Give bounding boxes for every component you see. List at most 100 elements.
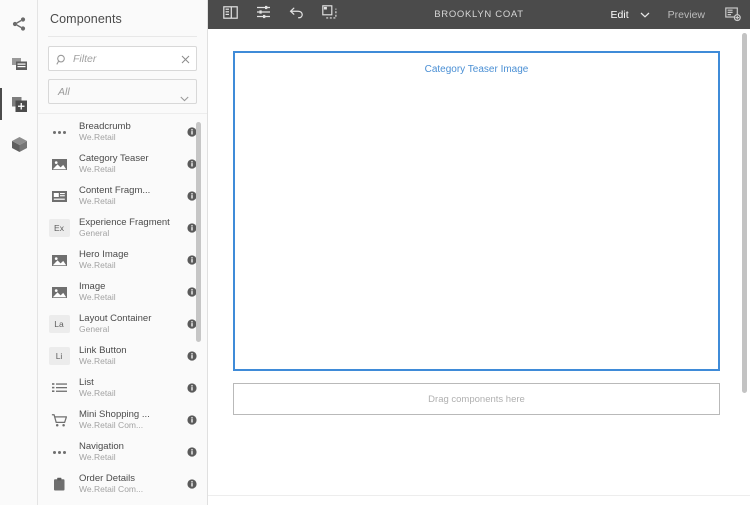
component-list-item[interactable]: Li Link Button We.Retail <box>38 340 207 372</box>
panel-scrollbar-thumb[interactable] <box>196 122 201 342</box>
component-title: Breadcrumb <box>79 121 131 132</box>
component-icon-slot: Ex <box>48 218 70 238</box>
component-group: We.Retail <box>79 292 116 302</box>
panel-title: Components <box>50 12 122 26</box>
undo-icon <box>289 6 304 24</box>
info-icon[interactable] <box>187 383 197 393</box>
component-icon-slot <box>48 154 70 174</box>
rail-item-assets[interactable] <box>0 124 38 164</box>
layers-button[interactable] <box>316 1 343 28</box>
component-group: We.Retail <box>79 452 116 462</box>
component-title: Mini Shopping ... <box>79 409 150 420</box>
page-settings-button[interactable] <box>250 1 277 28</box>
mode-edit-button[interactable]: Edit <box>607 9 633 21</box>
page-info-icon[interactable] <box>725 7 741 22</box>
component-type-badge: La <box>48 315 70 333</box>
component-icon-slot: Li <box>48 346 70 366</box>
rail-item-site-assets[interactable] <box>0 4 38 44</box>
component-list-item[interactable]: La Layout Container General <box>38 308 207 340</box>
component-list-item[interactable]: Navigation We.Retail <box>38 436 207 468</box>
component-icon-slot: La <box>48 314 70 334</box>
component-title: List <box>79 377 94 388</box>
component-list-item[interactable]: Hero Image We.Retail <box>38 244 207 276</box>
component-text: Breadcrumb We.Retail <box>79 121 183 143</box>
canvas-scrollbar-thumb[interactable] <box>742 33 747 393</box>
chevron-down-icon <box>180 89 189 107</box>
ellipsis-icon <box>52 130 66 134</box>
component-group: We.Retail <box>79 164 116 174</box>
rail-item-page-information[interactable] <box>0 44 38 84</box>
selected-component-label: Category Teaser Image <box>424 64 529 75</box>
toggle-side-panel-button[interactable] <box>217 1 244 28</box>
dropzone-label: Drag components here <box>428 393 525 405</box>
components-panel: Components All <box>38 0 208 505</box>
filter-field[interactable] <box>48 46 197 71</box>
info-icon[interactable] <box>187 351 197 361</box>
toolbar-right-group: Edit Preview <box>607 7 741 22</box>
component-icon-slot <box>48 282 70 302</box>
left-icon-rail <box>0 0 38 505</box>
aem-page-editor: Components All <box>0 0 750 505</box>
clear-filter-icon[interactable] <box>181 52 190 68</box>
image-icon <box>51 254 67 266</box>
components-icon <box>11 96 28 113</box>
component-icon-slot <box>48 250 70 270</box>
component-list-item[interactable]: Ex Experience Fragment General <box>38 212 207 244</box>
component-group: General <box>79 324 110 334</box>
component-text: Hero Image We.Retail <box>79 249 183 271</box>
component-title: Layout Container <box>79 313 152 324</box>
info-icon[interactable] <box>187 479 197 489</box>
package-icon <box>11 136 28 153</box>
preview-button[interactable]: Preview <box>664 9 709 21</box>
components-list-wrapper: Breadcrumb We.Retail Category Teaser We.Ret… <box>38 113 207 505</box>
component-list-item[interactable]: List We.Retail <box>38 372 207 404</box>
component-list-item[interactable]: Image We.Retail <box>38 276 207 308</box>
info-icon[interactable] <box>187 447 197 457</box>
component-group: We.Retail Com... <box>79 420 144 430</box>
component-group: We.Retail <box>79 132 116 142</box>
component-list-item[interactable]: Mini Shopping ... We.Retail Com... <box>38 404 207 436</box>
side-panel-icon <box>223 5 238 24</box>
component-title: Link Button <box>79 345 127 356</box>
search-icon <box>56 53 68 71</box>
panel-controls: All <box>38 37 207 104</box>
component-group: We.Retail <box>79 356 116 366</box>
component-list-item[interactable]: Content Fragm... We.Retail <box>38 180 207 212</box>
component-group: We.Retail <box>79 388 116 398</box>
rail-item-components[interactable] <box>0 84 38 124</box>
component-list-item[interactable]: Category Teaser We.Retail <box>38 148 207 180</box>
share-icon <box>11 16 27 32</box>
undo-button[interactable] <box>283 1 310 28</box>
component-dropzone[interactable]: Drag components here <box>233 383 720 415</box>
page-properties-icon <box>11 56 28 72</box>
component-text: List We.Retail <box>79 377 183 399</box>
component-group-select[interactable]: All <box>48 79 197 104</box>
image-icon <box>51 286 67 298</box>
component-text: Layout Container General <box>79 313 183 335</box>
editor-canvas: Category Teaser Image Drag components he… <box>208 29 750 505</box>
info-icon[interactable] <box>187 415 197 425</box>
component-text: Link Button We.Retail <box>79 345 183 367</box>
selected-component-placeholder[interactable]: Category Teaser Image <box>233 51 720 371</box>
panel-scrollbar-track[interactable] <box>196 114 204 505</box>
component-group: We.Retail <box>79 260 116 270</box>
component-icon-slot <box>48 442 70 462</box>
component-text: Mini Shopping ... We.Retail Com... <box>79 409 183 431</box>
component-list-item[interactable]: Breadcrumb We.Retail <box>38 116 207 148</box>
editor-main: BROOKLYN COAT Edit Preview Category Teas… <box>208 0 750 505</box>
component-group: We.Retail <box>79 196 116 206</box>
component-icon-slot <box>48 122 70 142</box>
canvas-bottom-divider <box>208 495 750 505</box>
editor-toolbar: BROOKLYN COAT Edit Preview <box>208 0 750 29</box>
component-text: Category Teaser We.Retail <box>79 153 183 175</box>
sliders-icon <box>256 5 271 24</box>
component-title: Category Teaser <box>79 153 149 164</box>
component-title: Image <box>79 281 106 292</box>
search-input[interactable] <box>49 47 196 70</box>
component-list-item[interactable]: Order Details We.Retail Com... <box>38 468 207 500</box>
mode-chevron-down-icon[interactable] <box>640 12 650 18</box>
layers-icon <box>322 5 337 24</box>
component-title: Content Fragm... <box>79 185 151 196</box>
clipboard-icon <box>53 477 64 490</box>
component-text: Navigation We.Retail <box>79 441 183 463</box>
